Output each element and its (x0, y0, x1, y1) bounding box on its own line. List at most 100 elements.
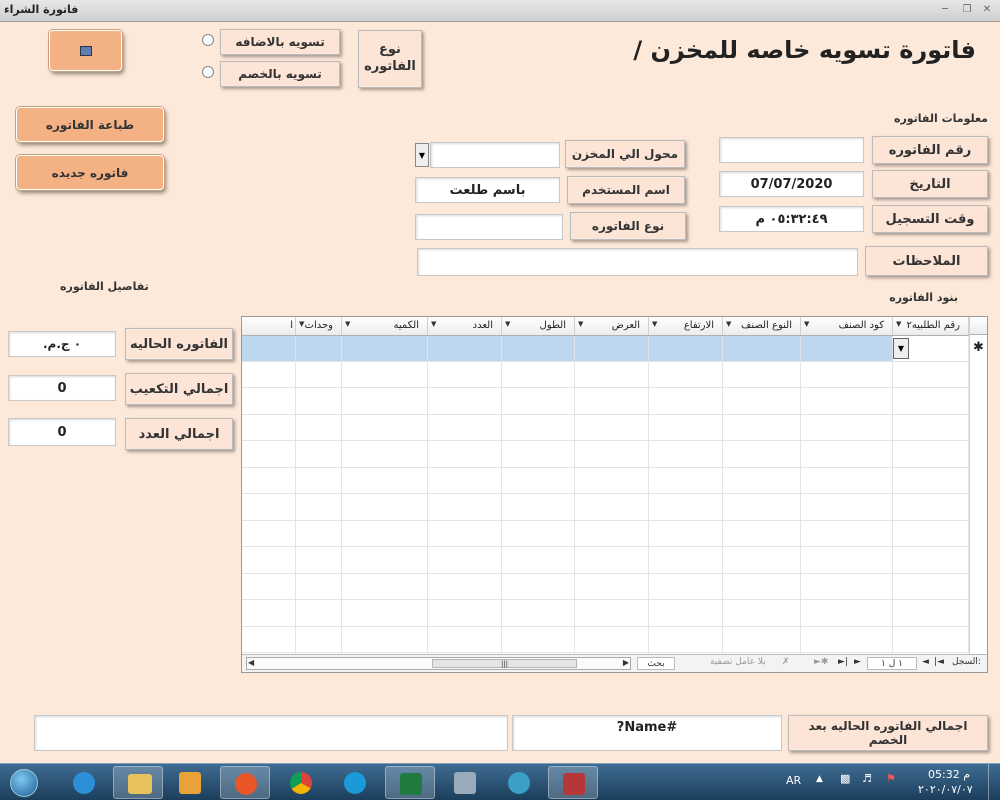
col-header[interactable]: رقم الطلبيه٢ ▼ (892, 317, 969, 336)
record-position-field[interactable]: ١ ل ١ (867, 657, 917, 670)
horizontal-scrollbar[interactable]: ◀ ||| ▶ (246, 657, 631, 670)
taskbar-app[interactable] (440, 766, 490, 799)
table-cell[interactable] (574, 335, 649, 362)
radio-add[interactable] (202, 34, 214, 46)
app-icon (454, 772, 476, 794)
table-cell[interactable] (501, 335, 575, 362)
total-count-label: اجمالي العدد (125, 418, 233, 450)
language-indicator[interactable]: AR (786, 774, 801, 787)
total-cubic-field[interactable]: 0 (8, 375, 116, 401)
items-header-row: رقم الطلبيه٢ ▼ كود الصنف ▼ النوع الصنف ▼ ال… (242, 317, 969, 336)
folder-icon (128, 774, 152, 794)
minimize-icon[interactable]: ─ (938, 3, 952, 17)
after-discount-label: اجمالي الفاتوره الحاليه بعد الخصم (788, 715, 988, 751)
prev-record-icon[interactable]: ◄ (922, 657, 929, 667)
volume-icon[interactable]: ♬ (862, 772, 872, 785)
col-header[interactable]: الطول ▼ (501, 317, 575, 336)
new-record-nav-icon[interactable]: ►✱ (814, 657, 828, 667)
items-table: رقم الطلبيه٢ ▼ كود الصنف ▼ النوع الصنف ▼ ال… (242, 317, 969, 653)
new-invoice-button[interactable]: فاتوره جديده (16, 155, 164, 190)
table-cell[interactable] (341, 335, 428, 362)
filter-icon: ✗ (782, 657, 790, 667)
col-header[interactable]: العدد ▼ (427, 317, 502, 336)
table-row (242, 599, 969, 627)
search-field[interactable]: بحث (637, 657, 675, 670)
col-header[interactable]: ا (242, 317, 296, 336)
invoice-no-field[interactable] (719, 137, 864, 163)
radio-sub-label[interactable]: تسويه بالخصم (220, 61, 340, 87)
total-count-field[interactable]: 0 (8, 418, 116, 446)
reg-time-field[interactable]: ٠٥:٣٢:٤٩ م (719, 206, 864, 232)
table-cell[interactable] (800, 335, 893, 362)
first-record-icon[interactable]: |◄ (934, 657, 944, 667)
table-cell[interactable] (295, 335, 342, 362)
table-cell[interactable] (648, 335, 723, 362)
tray-expand-icon[interactable]: ▲ (816, 774, 823, 784)
radio-sub[interactable] (202, 66, 214, 78)
col-header[interactable]: كود الصنف ▼ (800, 317, 893, 336)
action-center-icon[interactable]: ⚑ (886, 772, 896, 785)
access-icon (563, 773, 585, 795)
col-header[interactable]: الارتفاع ▼ (648, 317, 723, 336)
col-header[interactable]: العرض ▼ (574, 317, 649, 336)
table-cell[interactable] (722, 335, 801, 362)
close-icon[interactable]: ✕ (980, 3, 994, 17)
chevron-down-icon[interactable]: ▼ (893, 337, 909, 359)
scroll-left-icon[interactable]: ◀ (248, 658, 254, 667)
col-header[interactable]: الكميه ▼ (341, 317, 428, 336)
scroll-right-icon[interactable]: ▶ (623, 658, 629, 667)
clock-date[interactable]: ٢٠٢٠/٠٧/٠٧ (918, 783, 973, 796)
transfer-to-label: محول الي المخزن (565, 140, 685, 168)
taskbar-excel[interactable] (385, 766, 435, 799)
clock-time[interactable]: 05:32 م (928, 768, 970, 781)
col-header[interactable]: النوع الصنف ▼ (722, 317, 801, 336)
taskbar: AR ▲ ▩ ♬ ⚑ 05:32 م ٢٠٢٠/٠٧/٠٧ (0, 763, 1000, 800)
table-cell[interactable]: ▼ (892, 335, 969, 362)
scrollbar-thumb[interactable]: ||| (432, 659, 577, 668)
taskbar-video[interactable] (494, 766, 544, 799)
table-row (242, 414, 969, 441)
current-invoice-label: الفاتوره الحاليه (125, 328, 233, 360)
after-discount-field[interactable]: #Name? (512, 715, 782, 751)
taskbar-edge[interactable] (330, 766, 380, 799)
notes-field[interactable] (417, 248, 858, 276)
taskbar-firefox[interactable] (220, 766, 270, 799)
ie-icon (73, 772, 95, 794)
taskbar-media[interactable] (165, 766, 215, 799)
show-desktop-button[interactable] (988, 764, 1000, 800)
table-row (242, 493, 969, 521)
edge-icon (344, 772, 366, 794)
no-filter-label[interactable]: بلا عامل تصفية (710, 657, 766, 667)
footer-extra-field[interactable] (34, 715, 508, 751)
table-row (242, 387, 969, 415)
invoice-kind-field[interactable] (415, 214, 563, 240)
restore-icon[interactable]: ❐ (960, 3, 974, 17)
username-field[interactable]: باسم طلعت (415, 177, 560, 203)
taskbar-ie[interactable] (58, 766, 108, 799)
chevron-down-icon[interactable]: ▼ (415, 143, 429, 167)
table-cell[interactable] (427, 335, 502, 362)
notes-label: الملاحظات (865, 246, 988, 276)
table-row (242, 440, 969, 468)
items-section-label: بنود الفاتوره (889, 291, 958, 304)
current-invoice-field[interactable]: ٠ ج.م. (8, 331, 116, 357)
print-invoice-button[interactable]: طباعة الفاتوره (16, 107, 164, 142)
network-icon[interactable]: ▩ (840, 772, 850, 785)
record-selector-column[interactable]: ✱ (969, 317, 987, 655)
date-field[interactable]: 07/07/2020 (719, 171, 864, 197)
last-record-icon[interactable]: ►| (838, 657, 848, 667)
chrome-icon (290, 772, 312, 794)
new-record-icon: ✱ (973, 340, 984, 355)
next-record-icon[interactable]: ► (854, 657, 861, 667)
items-datasheet[interactable]: ✱ رقم الطلبيه٢ ▼ كود الصنف ▼ النوع الصنف ▼ … (241, 316, 988, 673)
taskbar-access[interactable] (548, 766, 598, 799)
new-record-row[interactable]: ▼ (242, 335, 969, 362)
col-header[interactable]: وحدات ▼ (295, 317, 342, 336)
table-cell[interactable] (242, 335, 296, 362)
transfer-to-field[interactable] (430, 142, 560, 168)
back-button[interactable] (49, 30, 122, 71)
radio-add-label[interactable]: تسويه بالاضافه (220, 29, 340, 55)
start-button[interactable] (2, 766, 46, 799)
taskbar-explorer[interactable] (113, 766, 163, 799)
taskbar-chrome[interactable] (276, 766, 326, 799)
